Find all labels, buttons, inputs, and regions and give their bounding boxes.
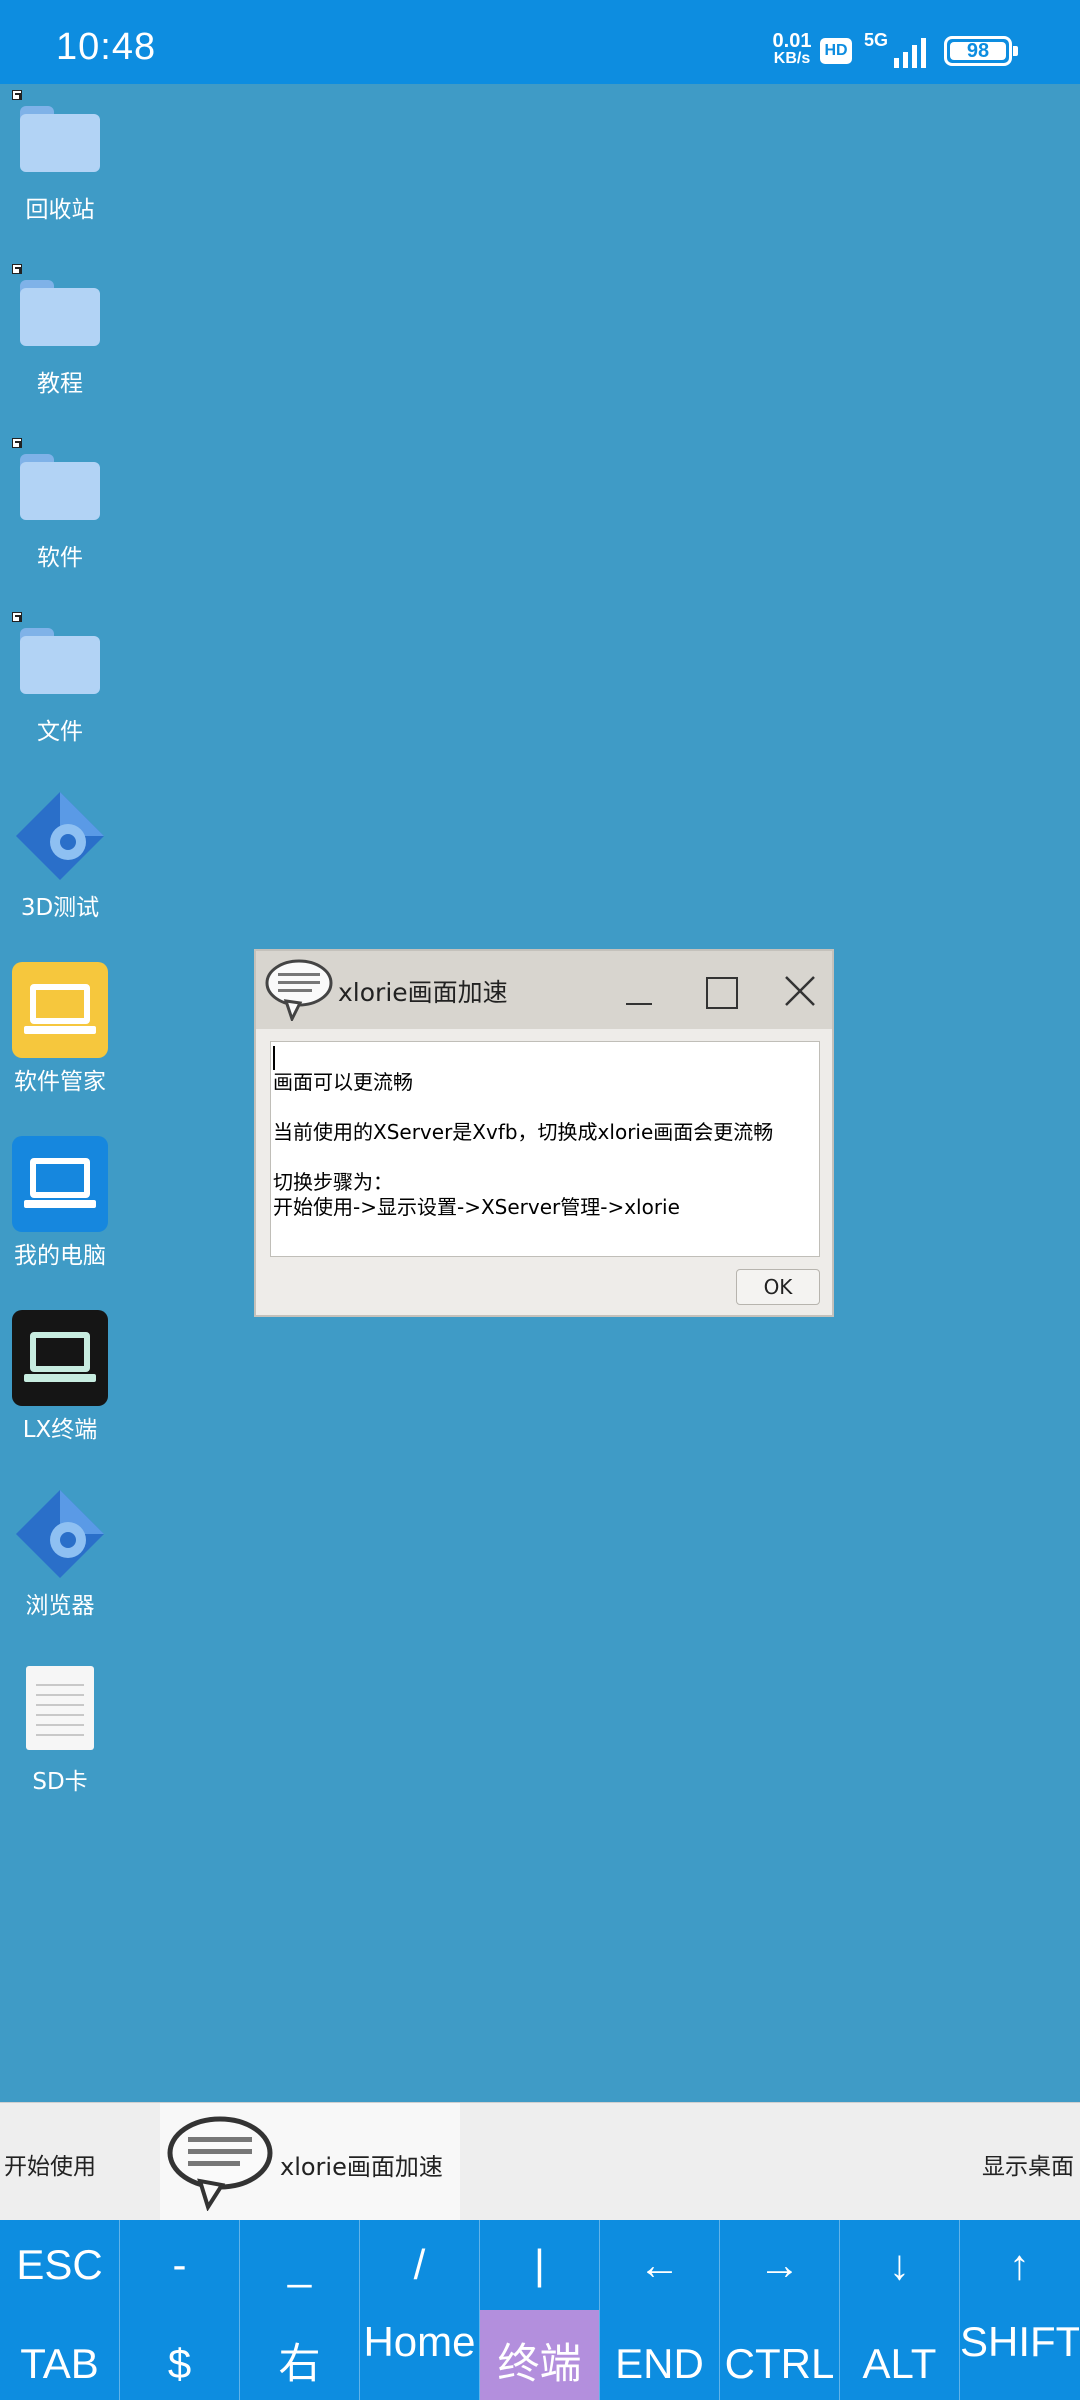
dialog-message-line: 当前使用的XServer是Xvfb，切换成xlorie画面会更流畅 (273, 1120, 774, 1144)
shortcut-arrow-icon (12, 612, 22, 622)
key-ctrl[interactable]: CTRL (720, 2310, 839, 2400)
key-underscore[interactable]: _ (240, 2220, 359, 2310)
key-right-arrow[interactable]: → (720, 2220, 839, 2310)
desktop-icon-software[interactable]: 软件 (0, 438, 120, 578)
folder-icon (20, 454, 100, 520)
key-divider (839, 2220, 840, 2400)
ok-button[interactable]: OK (736, 1269, 820, 1305)
show-desktop-button[interactable]: 显示桌面 (982, 2147, 1074, 2181)
dialog-message-box[interactable]: 画面可以更流畅 当前使用的XServer是Xvfb，切换成xlorie画面会更流… (270, 1041, 820, 1257)
gear-diamond-icon (16, 1490, 104, 1578)
desktop-icon-label: 浏览器 (25, 1593, 95, 1619)
key-pipe[interactable]: | (480, 2220, 599, 2310)
folder-icon (20, 628, 100, 694)
document-icon (26, 1666, 94, 1750)
key-end[interactable]: END (600, 2310, 719, 2400)
key-divider (359, 2220, 360, 2400)
desktop-icon-label: LX终端 (22, 1417, 98, 1443)
hd-badge: HD (820, 38, 852, 64)
folder-icon (20, 280, 100, 346)
key-terminal[interactable]: 终端 (480, 2310, 599, 2400)
shortcut-arrow-icon (12, 264, 22, 274)
key-esc[interactable]: ESC (0, 2220, 119, 2310)
desktop-icon-3d-test[interactable]: 3D测试 (0, 788, 120, 928)
signal-icon (894, 38, 926, 68)
shortcut-arrow-icon (12, 438, 22, 448)
desktop-icon-tutorial[interactable]: 教程 (0, 264, 120, 404)
desktop-icon-label: 3D测试 (20, 895, 100, 921)
laptop-icon (12, 1136, 108, 1232)
key-right[interactable]: 右 (240, 2310, 359, 2400)
desktop-icon-browser[interactable]: 浏览器 (0, 1486, 120, 1626)
laptop-icon (12, 1310, 108, 1406)
dialog-title: xlorie画面加速 (338, 978, 508, 1007)
taskbar-item-xlorie[interactable]: xlorie画面加速 (160, 2103, 460, 2221)
dialog-message-line: 开始使用->显示设置->XServer管理->xlorie (273, 1195, 680, 1219)
desktop-icon-label: 我的电脑 (14, 1243, 106, 1269)
battery-level: 98 (950, 41, 1006, 61)
desktop-icon-my-computer[interactable]: 我的电脑 (0, 1136, 120, 1276)
gear-diamond-icon (16, 792, 104, 880)
desktop-icon-sd-card[interactable]: SD卡 (0, 1662, 120, 1802)
close-icon[interactable] (776, 967, 824, 1015)
key-minus[interactable]: - (120, 2220, 239, 2310)
network-speed-value: 0.01 (772, 30, 812, 52)
key-slash[interactable]: / (360, 2220, 479, 2310)
start-button[interactable]: 开始使用 (4, 2147, 96, 2181)
key-home[interactable]: Home (360, 2310, 479, 2400)
key-down-arrow[interactable]: ↓ (840, 2220, 959, 2310)
desktop-icon-label: 回收站 (25, 197, 95, 223)
desktop-icon-label: 软件管家 (14, 1069, 106, 1095)
key-alt[interactable]: ALT (840, 2310, 959, 2400)
key-tab[interactable]: TAB (0, 2310, 119, 2400)
key-divider (959, 2220, 960, 2400)
desktop-icon-files[interactable]: 文件 (0, 612, 120, 752)
shortcut-arrow-icon (12, 90, 22, 100)
speech-bubble-icon (265, 959, 333, 1021)
key-up-arrow[interactable]: ↑ (960, 2220, 1079, 2310)
battery-icon: 98 (944, 36, 1018, 66)
minimize-button[interactable] (614, 967, 662, 1015)
network-speed: 0.01 KB/s (768, 30, 816, 68)
folder-icon (20, 106, 100, 172)
speech-bubble-icon (167, 2116, 273, 2211)
key-dollar[interactable]: $ (120, 2310, 239, 2400)
network-speed-unit: KB/s (773, 50, 811, 67)
clock: 10:48 (56, 26, 157, 68)
dialog-titlebar[interactable]: xlorie画面加速 (256, 951, 832, 1029)
key-left-arrow[interactable]: ← (600, 2220, 719, 2310)
key-divider (119, 2220, 120, 2400)
laptop-icon (12, 962, 108, 1058)
dialog-message-line: 画面可以更流畅 (273, 1070, 413, 1094)
extra-keys-bar: ESC - _ / | ← → ↓ ↑ TAB $ 右 Home 终端 END … (0, 2220, 1080, 2400)
taskbar: 开始使用 xlorie画面加速 显示桌面 (0, 2102, 1080, 2221)
maximize-button[interactable] (696, 967, 744, 1015)
desktop-icon-recycle-bin[interactable]: 回收站 (0, 90, 120, 230)
key-divider (479, 2220, 480, 2400)
key-shift[interactable]: SHIFT (960, 2310, 1079, 2400)
key-divider (719, 2220, 720, 2400)
desktop-icon-label: 文件 (37, 719, 83, 745)
desktop-icon-lx-terminal[interactable]: LX终端 (0, 1310, 120, 1450)
desktop-icon-label: SD卡 (32, 1769, 88, 1795)
key-divider (599, 2220, 600, 2400)
desktop-icon-software-manager[interactable]: 软件管家 (0, 962, 120, 1102)
desktop-icon-label: 教程 (37, 371, 83, 397)
xlorie-dialog: xlorie画面加速 画面可以更流畅 当前使用的XServer是Xvfb，切换成… (254, 949, 834, 1317)
status-bar: 10:48 0.01 KB/s HD 5G 98 (0, 0, 1080, 84)
desktop-icon-label: 软件 (37, 545, 83, 571)
network-type: 5G (864, 30, 889, 50)
key-divider (239, 2220, 240, 2400)
taskbar-item-label: xlorie画面加速 (280, 2153, 443, 2181)
